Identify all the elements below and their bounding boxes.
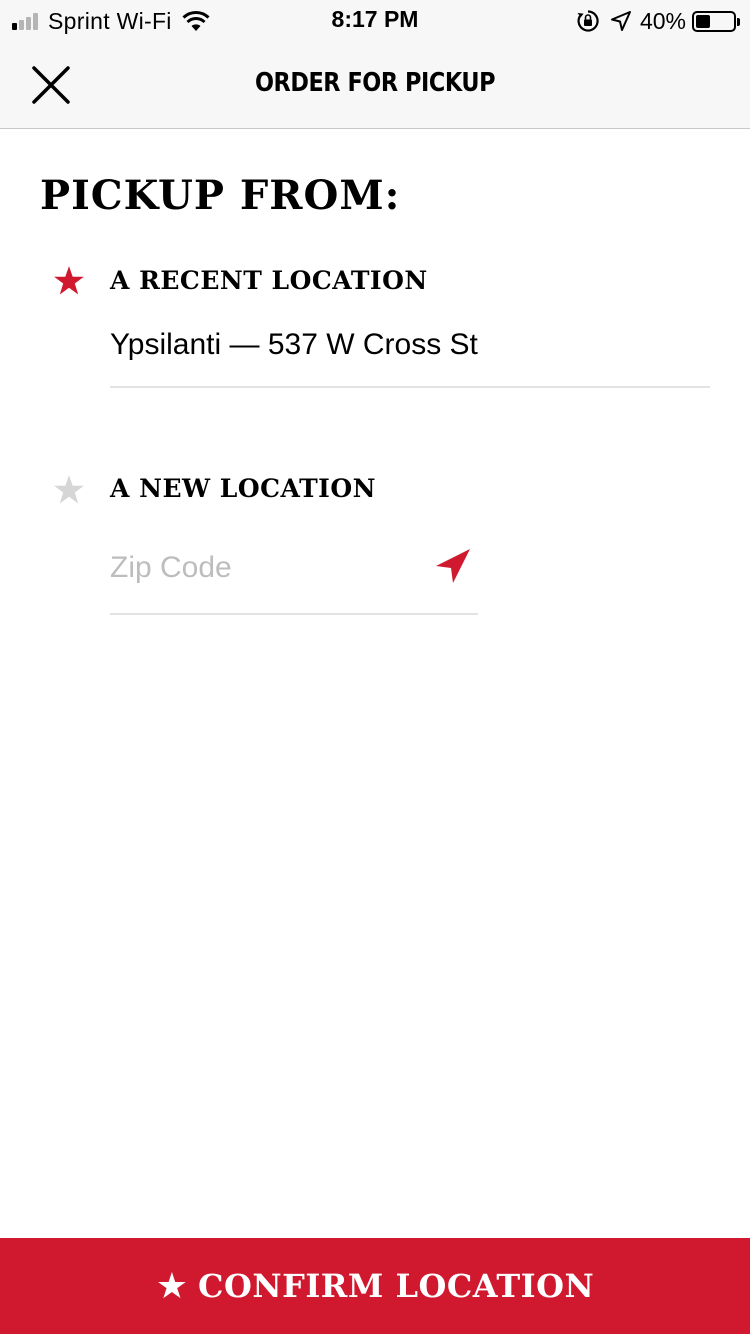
confirm-location-button[interactable]: ★ CONFIRM LOCATION	[0, 1238, 750, 1334]
page-title: ORDER FOR PICKUP	[254, 68, 496, 98]
nav-bar: ORDER FOR PICKUP	[0, 40, 750, 129]
status-right: 40%	[576, 6, 740, 36]
divider	[110, 613, 478, 615]
orientation-lock-icon	[577, 10, 599, 32]
confirm-location-label: CONFIRM LOCATION	[198, 1267, 595, 1305]
battery-fill	[696, 14, 710, 28]
battery-icon	[692, 10, 740, 32]
divider	[110, 386, 710, 388]
status-bar: Sprint Wi-Fi 8:17 PM 40%	[0, 0, 750, 40]
section-title: PICKUP FROM:	[40, 172, 401, 219]
location-arrow-icon	[610, 11, 631, 31]
recent-location-label: A RECENT LOCATION	[110, 266, 428, 295]
star-icon	[54, 475, 84, 504]
recent-location-value[interactable]: Ypsilanti — 537 W Cross St	[110, 328, 478, 362]
battery-percent: 40%	[639, 7, 686, 34]
location-arrow-icon	[436, 549, 470, 583]
zip-code-input[interactable]	[110, 545, 420, 591]
locate-me-button[interactable]	[432, 545, 474, 587]
star-icon	[54, 266, 84, 295]
star-icon: ★	[155, 1265, 188, 1306]
new-location-label: A NEW LOCATION	[110, 474, 376, 503]
